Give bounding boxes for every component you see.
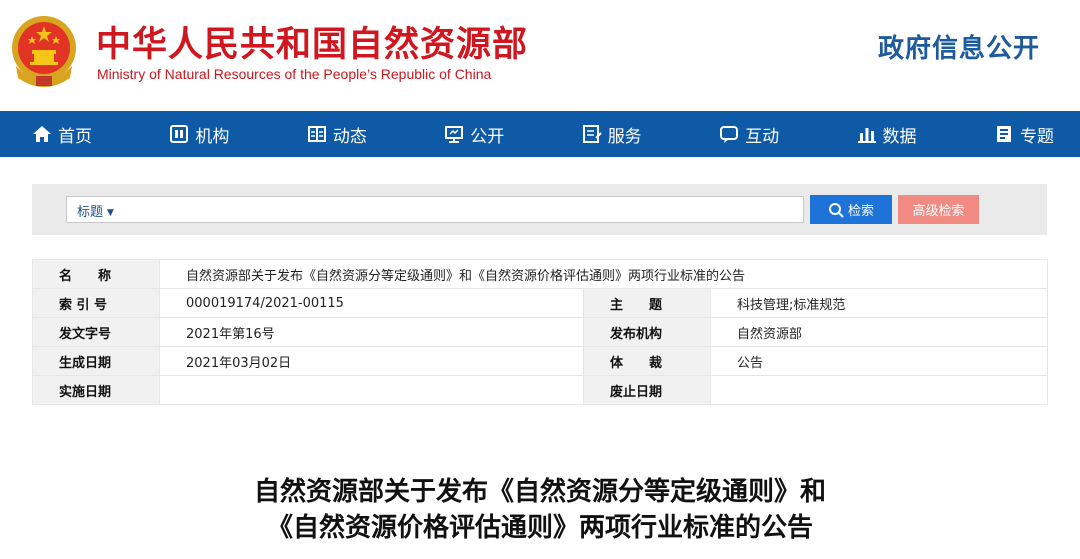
nav-item-home[interactable]: 首页 — [32, 122, 92, 147]
site-title-en: Ministry of Natural Resources of the Peo… — [97, 66, 492, 82]
doc-no-label: 发文字号 — [32, 317, 160, 347]
nav-item-news[interactable]: 动态 — [307, 122, 367, 147]
search-input[interactable]: 标题 ▼ — [66, 196, 804, 223]
nav-label: 互动 — [745, 126, 780, 147]
bar-chart-icon — [857, 128, 876, 143]
topic-label: 主 题 — [583, 288, 711, 318]
article-title-line1: 自然资源部关于发布《自然资源分等定级通则》和 — [253, 477, 826, 507]
nav-item-interact[interactable]: 互动 — [719, 122, 779, 147]
search-panel: 标题 ▼ 检索 高级检索 — [32, 184, 1047, 235]
topic-value: 科技管理;标准规范 — [710, 288, 1048, 318]
chat-icon — [720, 126, 739, 143]
article-title: 自然资源部关于发布《自然资源分等定级通则》和 《自然资源价格评估通则》两项行业标… — [0, 474, 1080, 546]
nav-label: 动态 — [332, 126, 367, 147]
nav-label: 数据 — [882, 126, 917, 147]
nav-item-topic[interactable]: 专题 — [994, 122, 1054, 147]
article-title-line2: 《自然资源价格评估通则》两项行业标准的公告 — [266, 513, 813, 543]
issuer-label: 发布机构 — [583, 317, 711, 347]
gov-info-link[interactable]: 政府信息公开 — [878, 28, 1040, 65]
table-row: 实施日期 废止日期 — [32, 375, 1048, 405]
nav-label: 专题 — [1019, 126, 1054, 147]
created-label: 生成日期 — [32, 346, 160, 376]
effective-value — [159, 375, 584, 405]
genre-label: 体 裁 — [583, 346, 711, 376]
name-value: 自然资源部关于发布《自然资源分等定级通则》和《自然资源价格评估通则》两项行业标准… — [159, 259, 1048, 289]
monitor-icon — [445, 126, 464, 143]
search-button[interactable]: 检索 — [810, 195, 892, 224]
table-row: 生成日期 2021年03月02日 体 裁 公告 — [32, 346, 1048, 376]
search-button-label: 检索 — [847, 204, 874, 219]
table-row: 索 引 号 000019174/2021-00115 主 题 科技管理;标准规范 — [32, 288, 1048, 318]
nav-label: 服务 — [607, 126, 642, 147]
issuer-value: 自然资源部 — [710, 317, 1048, 347]
genre-value: 公告 — [710, 346, 1048, 376]
national-emblem-icon[interactable] — [10, 14, 78, 90]
nav-item-data[interactable]: 数据 — [857, 122, 917, 147]
news-icon — [307, 126, 326, 142]
table-row: 发文字号 2021年第16号 发布机构 自然资源部 — [32, 317, 1048, 347]
table-row: 名 称 自然资源部关于发布《自然资源分等定级通则》和《自然资源价格评估通则》两项… — [32, 259, 1048, 289]
name-label: 名 称 — [32, 259, 160, 289]
book-icon — [996, 126, 1011, 142]
abolish-value — [710, 375, 1048, 405]
nav-item-public[interactable]: 公开 — [444, 122, 504, 147]
effective-label: 实施日期 — [32, 375, 160, 405]
org-icon — [170, 125, 189, 143]
search-type-label: 标题 — [77, 205, 104, 220]
nav-label: 首页 — [58, 126, 92, 147]
index-value: 000019174/2021-00115 — [159, 288, 584, 318]
nav-label: 机构 — [195, 126, 230, 147]
search-type-select[interactable]: 标题 ▼ — [77, 201, 114, 220]
index-label: 索 引 号 — [32, 288, 160, 318]
main-nav: 首页 机构 动态 公开 服务 互动 数据 专题 — [0, 111, 1080, 157]
service-icon — [582, 125, 602, 143]
nav-label: 公开 — [470, 126, 505, 147]
search-icon — [828, 202, 844, 218]
doc-no-value: 2021年第16号 — [159, 317, 584, 347]
nav-item-service[interactable]: 服务 — [582, 122, 642, 147]
home-icon — [33, 126, 51, 142]
document-info-table: 名 称 自然资源部关于发布《自然资源分等定级通则》和《自然资源价格评估通则》两项… — [32, 259, 1048, 405]
site-title-cn: 中华人民共和国自然资源部 — [96, 25, 529, 65]
site-header: 中华人民共和国自然资源部 Ministry of Natural Resourc… — [0, 0, 1080, 110]
abolish-label: 废止日期 — [583, 375, 711, 405]
nav-item-org[interactable]: 机构 — [169, 122, 229, 147]
created-value: 2021年03月02日 — [159, 346, 584, 376]
advanced-search-button[interactable]: 高级检索 — [898, 195, 979, 224]
caret-down-icon: ▼ — [107, 207, 114, 218]
